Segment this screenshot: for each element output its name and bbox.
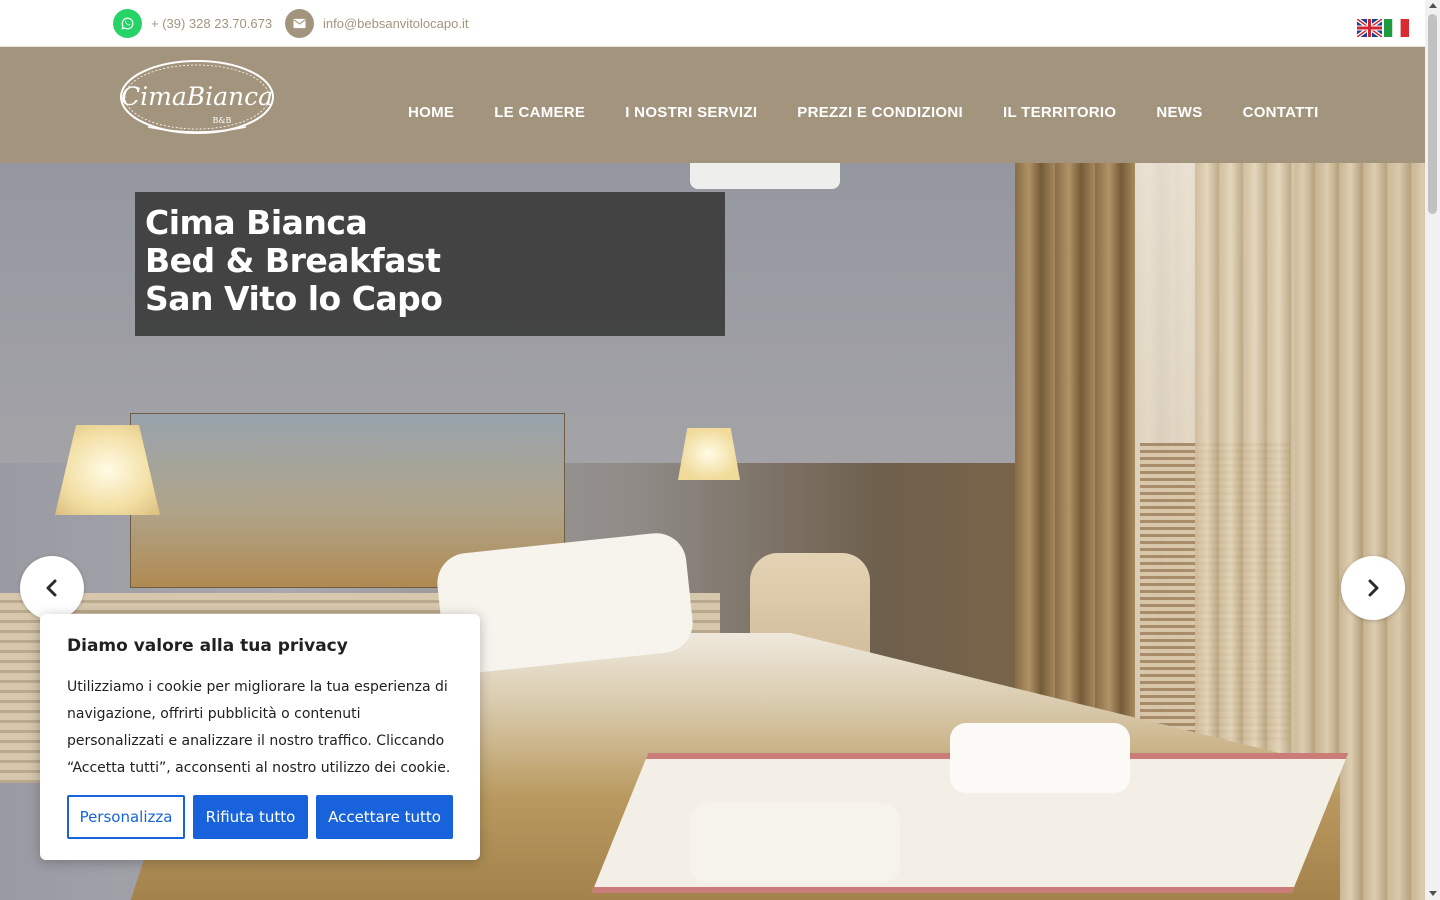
language-switcher — [1357, 19, 1409, 37]
nav-rooms[interactable]: LE CAMERE — [494, 104, 585, 121]
cimabianca-logo[interactable]: CimaBianca B&B — [118, 57, 276, 137]
svg-text:B&B: B&B — [213, 116, 232, 125]
hero-photo-lamp-right — [678, 428, 740, 480]
hero-photo-towels — [950, 723, 1130, 793]
phone-contact[interactable]: + (39) 328 23.70.673 — [113, 9, 272, 38]
customize-button[interactable]: Personalizza — [67, 795, 185, 839]
email-contact[interactable]: info@bebsanvitolocapo.it — [285, 9, 468, 38]
whatsapp-icon — [113, 9, 142, 38]
slider-next-button[interactable] — [1341, 556, 1405, 620]
cookie-buttons: Personalizza Rifiuta tutto Accettare tut… — [67, 795, 453, 839]
svg-text:CimaBianca: CimaBianca — [121, 82, 273, 111]
hero-caption-line-2: Bed & Breakfast — [145, 241, 441, 280]
nav-territory[interactable]: IL TERRITORIO — [1003, 104, 1116, 121]
envelope-icon — [285, 9, 314, 38]
hero-photo-towels-front — [690, 803, 900, 883]
reject-all-button[interactable]: Rifiuta tutto — [193, 795, 308, 839]
email-address[interactable]: info@bebsanvitolocapo.it — [323, 16, 468, 31]
accept-all-button[interactable]: Accettare tutto — [316, 795, 453, 839]
main-navigation: HOME LE CAMERE I NOSTRI SERVIZI PREZZI E… — [408, 104, 1319, 121]
hero-photo-ac-unit — [690, 163, 840, 189]
nav-home[interactable]: HOME — [408, 104, 454, 121]
cookie-consent-banner: Diamo valore alla tua privacy Utilizziam… — [40, 614, 480, 860]
chevron-right-icon — [1368, 579, 1379, 597]
nav-news[interactable]: NEWS — [1156, 104, 1202, 121]
scrollbar-thumb[interactable] — [1428, 14, 1437, 214]
slider-prev-button[interactable] — [20, 556, 84, 620]
nav-services[interactable]: I NOSTRI SERVIZI — [625, 104, 757, 121]
scroll-down-icon[interactable] — [1429, 891, 1437, 896]
phone-number[interactable]: + (39) 328 23.70.673 — [151, 16, 272, 31]
nav-contacts[interactable]: CONTATTI — [1243, 104, 1319, 121]
top-contact-bar: + (39) 328 23.70.673 info@bebsanvitoloca… — [0, 0, 1425, 47]
uk-flag-icon[interactable] — [1357, 19, 1382, 37]
italy-flag-icon[interactable] — [1384, 19, 1409, 37]
nav-prices[interactable]: PREZZI E CONDIZIONI — [797, 104, 963, 121]
scroll-up-icon[interactable] — [1429, 3, 1437, 8]
site-header: CimaBianca B&B HOME LE CAMERE I NOSTRI S… — [0, 47, 1425, 163]
hero-caption: Cima Bianca Bed & Breakfast San Vito lo … — [135, 192, 725, 336]
cookie-text: Utilizziamo i cookie per migliorare la t… — [67, 679, 451, 776]
page-scrollbar[interactable] — [1425, 0, 1440, 900]
hero-caption-line-1: Cima Bianca — [145, 203, 368, 242]
cookie-title: Diamo valore alla tua privacy — [67, 636, 348, 656]
chevron-left-icon — [46, 579, 57, 597]
hero-caption-line-3: San Vito lo Capo — [145, 279, 443, 318]
